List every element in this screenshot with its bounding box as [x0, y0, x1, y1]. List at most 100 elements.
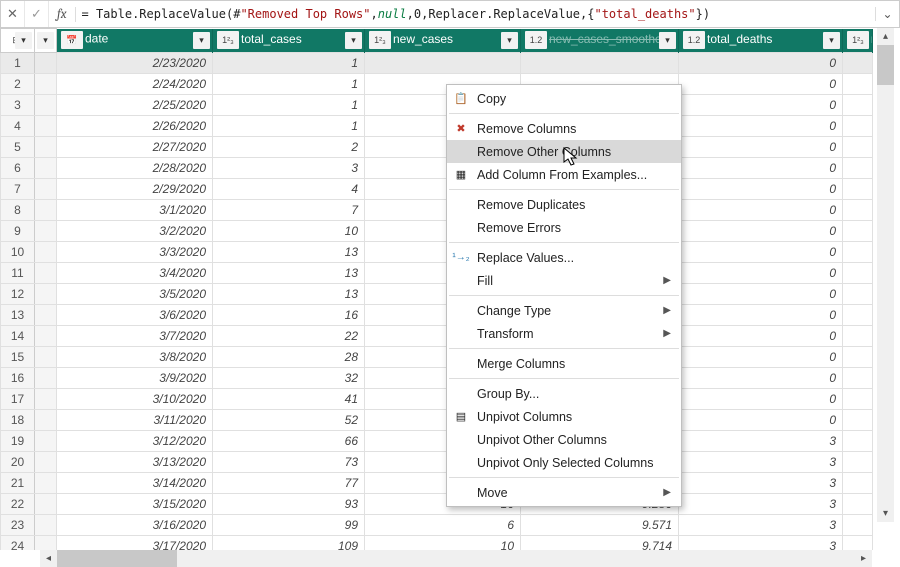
aux-dropdown[interactable]: ▾: [37, 32, 54, 49]
cell-new-cases[interactable]: [365, 53, 521, 74]
cell-new-cases[interactable]: 6: [365, 515, 521, 536]
table-row[interactable]: 173/10/2020410: [1, 389, 873, 410]
menu-merge-columns[interactable]: Merge Columns: [447, 352, 681, 375]
cancel-formula-icon[interactable]: ✕: [1, 1, 25, 27]
cell-overflow[interactable]: [843, 536, 873, 551]
cell-new-cases-smoothed[interactable]: 9.714: [521, 536, 679, 551]
table-row[interactable]: 52/27/202020: [1, 137, 873, 158]
column-filter-dropdown[interactable]: ▾: [345, 32, 362, 49]
menu-unpivot-other[interactable]: Unpivot Other Columns: [447, 428, 681, 451]
cell-new-cases-smoothed[interactable]: 9.571: [521, 515, 679, 536]
cell-total-cases[interactable]: 73: [213, 452, 365, 473]
cell-overflow[interactable]: [843, 74, 873, 95]
cell-total-cases[interactable]: 16: [213, 305, 365, 326]
table-row[interactable]: 183/11/2020520: [1, 410, 873, 431]
row-number[interactable]: 15: [1, 347, 35, 368]
cell-overflow[interactable]: [843, 431, 873, 452]
table-row[interactable]: 12/23/202010: [1, 53, 873, 74]
cell-date[interactable]: 3/5/2020: [57, 284, 213, 305]
cell-total-cases[interactable]: 1: [213, 95, 365, 116]
cell-date[interactable]: 3/3/2020: [57, 242, 213, 263]
cell-total-cases[interactable]: 32: [213, 368, 365, 389]
cell-overflow[interactable]: [843, 137, 873, 158]
row-number[interactable]: 16: [1, 368, 35, 389]
scroll-down-icon[interactable]: ▾: [877, 505, 894, 522]
table-row[interactable]: 203/13/20207378.1433: [1, 452, 873, 473]
cell-total-deaths[interactable]: 0: [679, 95, 843, 116]
row-number[interactable]: 2: [1, 74, 35, 95]
column-header-total-deaths[interactable]: 1.2total_deaths▾: [679, 29, 843, 53]
row-number[interactable]: 23: [1, 515, 35, 536]
cell-total-cases[interactable]: 1: [213, 74, 365, 95]
column-filter-dropdown[interactable]: ▾: [501, 32, 518, 49]
menu-copy[interactable]: 📋Copy: [447, 87, 681, 110]
row-number[interactable]: 11: [1, 263, 35, 284]
menu-group-by[interactable]: Group By...: [447, 382, 681, 405]
row-number[interactable]: 7: [1, 179, 35, 200]
cell-new-cases[interactable]: 10: [365, 536, 521, 551]
cell-date[interactable]: 3/12/2020: [57, 431, 213, 452]
row-number[interactable]: 5: [1, 137, 35, 158]
cell-overflow[interactable]: [843, 263, 873, 284]
cell-date[interactable]: 3/17/2020: [57, 536, 213, 551]
cell-total-cases[interactable]: 1: [213, 53, 365, 74]
menu-replace-values[interactable]: ¹→₂Replace Values...: [447, 246, 681, 269]
row-number[interactable]: 17: [1, 389, 35, 410]
menu-remove-columns[interactable]: ✖Remove Columns: [447, 117, 681, 140]
cell-total-deaths[interactable]: 3: [679, 494, 843, 515]
cell-total-deaths[interactable]: 0: [679, 242, 843, 263]
row-number[interactable]: 6: [1, 158, 35, 179]
table-row[interactable]: 123/5/2020130: [1, 284, 873, 305]
table-row[interactable]: 133/6/2020160: [1, 305, 873, 326]
cell-date[interactable]: 3/8/2020: [57, 347, 213, 368]
cell-total-cases[interactable]: 109: [213, 536, 365, 551]
row-number[interactable]: 24: [1, 536, 35, 551]
table-row[interactable]: 213/14/20207747.8573: [1, 473, 873, 494]
row-number[interactable]: 1: [1, 53, 35, 74]
cell-total-deaths[interactable]: 0: [679, 389, 843, 410]
cell-total-cases[interactable]: 13: [213, 284, 365, 305]
aux-column-header[interactable]: ▾: [35, 29, 57, 53]
cell-date[interactable]: 2/25/2020: [57, 95, 213, 116]
cell-overflow[interactable]: [843, 158, 873, 179]
cell-date[interactable]: 2/23/2020: [57, 53, 213, 74]
scrollbar-thumb[interactable]: [877, 45, 894, 85]
menu-unpivot-selected[interactable]: Unpivot Only Selected Columns: [447, 451, 681, 474]
column-filter-dropdown[interactable]: ▾: [193, 32, 210, 49]
cell-total-cases[interactable]: 13: [213, 263, 365, 284]
menu-remove-errors[interactable]: Remove Errors: [447, 216, 681, 239]
menu-change-type[interactable]: Change Type▶: [447, 299, 681, 322]
table-row[interactable]: 233/16/20209969.5713: [1, 515, 873, 536]
menu-unpivot-columns[interactable]: ▤Unpivot Columns: [447, 405, 681, 428]
cell-total-cases[interactable]: 10: [213, 221, 365, 242]
cell-date[interactable]: 3/15/2020: [57, 494, 213, 515]
column-filter-dropdown[interactable]: ▾: [823, 32, 840, 49]
cell-overflow[interactable]: [843, 494, 873, 515]
cell-overflow[interactable]: [843, 221, 873, 242]
column-header-total-cases[interactable]: 1²₃total_cases▾: [213, 29, 365, 53]
cell-total-deaths[interactable]: 3: [679, 515, 843, 536]
cell-total-cases[interactable]: 1: [213, 116, 365, 137]
cell-new-cases-smoothed[interactable]: [521, 53, 679, 74]
cell-overflow[interactable]: [843, 410, 873, 431]
cell-total-deaths[interactable]: 3: [679, 452, 843, 473]
cell-total-cases[interactable]: 22: [213, 326, 365, 347]
cell-overflow[interactable]: [843, 515, 873, 536]
cell-total-deaths[interactable]: 0: [679, 221, 843, 242]
cell-total-deaths[interactable]: 0: [679, 410, 843, 431]
cell-overflow[interactable]: [843, 347, 873, 368]
cell-overflow[interactable]: [843, 389, 873, 410]
cell-total-deaths[interactable]: 0: [679, 53, 843, 74]
cell-date[interactable]: 3/10/2020: [57, 389, 213, 410]
table-row[interactable]: 193/12/202066147.5713: [1, 431, 873, 452]
cell-date[interactable]: 3/2/2020: [57, 221, 213, 242]
cell-date[interactable]: 3/11/2020: [57, 410, 213, 431]
horizontal-scrollbar[interactable]: ◂ ▸: [40, 550, 872, 567]
cell-overflow[interactable]: [843, 53, 873, 74]
cell-overflow[interactable]: [843, 368, 873, 389]
cell-overflow[interactable]: [843, 452, 873, 473]
row-number[interactable]: 18: [1, 410, 35, 431]
vertical-scrollbar[interactable]: ▴ ▾: [877, 28, 894, 522]
cell-total-cases[interactable]: 4: [213, 179, 365, 200]
cell-total-deaths[interactable]: 3: [679, 536, 843, 551]
